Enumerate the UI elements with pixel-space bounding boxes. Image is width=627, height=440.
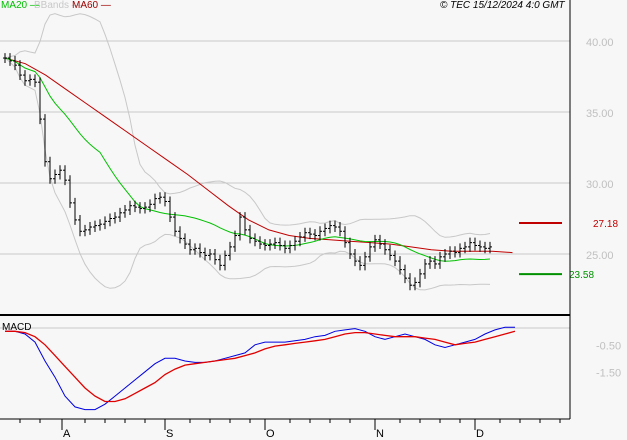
chart-container: 40.00 35.00 30.00 25.00 -0.50 -1.50 27.18 23.58… — [0, 0, 627, 440]
level-label: 27.18 — [593, 219, 618, 230]
ma20-line — [4, 57, 491, 262]
macd-tick-label: -1.50 — [596, 368, 621, 380]
y-tick-label: 30.00 — [586, 179, 614, 191]
macd-label: MACD — [2, 322, 32, 333]
copyright: © TEC 15/12/2024 4:0 GMT — [440, 0, 565, 11]
price-chart: 40.00 35.00 30.00 25.00 -0.50 -1.50 27.18 23.58… — [0, 0, 621, 440]
y-tick-label: 25.00 — [586, 250, 614, 262]
x-tick-label: O — [266, 428, 275, 440]
legend-ma60: MA60 — — [72, 0, 111, 11]
macd-tick-label: -0.50 — [596, 341, 621, 353]
x-tick-label: S — [166, 428, 173, 440]
x-tick-label: N — [376, 428, 384, 440]
y-tick-label: 35.00 — [586, 108, 614, 120]
legend-ma20-label: MA20 — [1, 0, 28, 11]
bband-upper-line — [4, 13, 491, 238]
x-tick-label: A — [63, 428, 71, 440]
y-tick-label: 40.00 — [586, 37, 614, 49]
level-label: 23.58 — [569, 270, 594, 281]
signal-line — [5, 330, 516, 403]
macd-line — [5, 326, 515, 411]
x-tick-label: D — [476, 428, 484, 440]
ma60-line — [4, 57, 513, 254]
bband-lower-line — [4, 57, 491, 291]
legend-ma60-label: MA60 — [72, 0, 99, 11]
legend-bbands-label: BBands — [34, 0, 70, 11]
